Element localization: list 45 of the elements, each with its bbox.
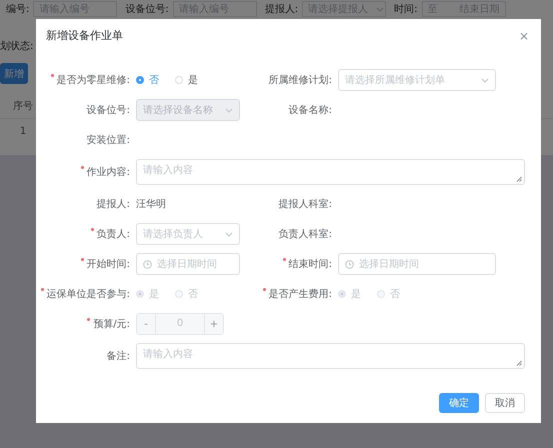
field-label: 负责人: — [90, 227, 130, 241]
cancel-button[interactable]: 取消 — [485, 393, 525, 413]
chevron-down-icon — [225, 108, 233, 112]
confirm-button[interactable]: 确定 — [439, 393, 479, 413]
select-field[interactable]: 请选择所属维修计划单 — [338, 69, 496, 91]
text-area[interactable]: 请输入内容 — [136, 159, 525, 185]
close-button[interactable]: × — [518, 30, 529, 42]
field-label: 是否为零星维修: — [50, 73, 130, 87]
chevron-down-icon — [225, 232, 233, 236]
clock-icon — [143, 260, 152, 268]
field-label: 结束时间: — [282, 257, 332, 271]
field-label: 设备名称: — [288, 104, 332, 117]
text-area[interactable]: 请输入内容 — [136, 343, 525, 369]
field-label: 提报人科室: — [278, 198, 332, 211]
field-label: 所属维修计划: — [268, 74, 332, 87]
radio-option[interactable]: 是 — [175, 73, 198, 87]
field-label: 提报人: — [96, 198, 130, 211]
clock-icon — [345, 260, 354, 268]
column-header: 序号 — [12, 100, 34, 113]
field-label: 运保单位是否参与: — [40, 287, 130, 301]
filter-label: 划状态: — [0, 40, 34, 53]
field-value: 汪华明 — [136, 198, 166, 211]
dialog-title: 新增设备作业单 — [46, 28, 123, 43]
date-field[interactable]: 选择日期时间 — [136, 253, 240, 275]
field-label: 预算/元: — [87, 317, 130, 331]
filter-label: 提报人: — [264, 2, 298, 16]
field-label: 备注: — [106, 350, 130, 363]
filter-label: 编号: — [6, 2, 30, 16]
field-label: 作业内容: — [80, 165, 130, 179]
field-label: 设备位号: — [86, 104, 130, 117]
resize-handle-icon — [516, 176, 522, 182]
field-label: 是否产生费用: — [262, 287, 332, 301]
toolbar-button[interactable]: 新增 — [0, 63, 28, 84]
field-label: 负责人科室: — [278, 228, 332, 241]
table-cell-text: 1 — [18, 126, 28, 136]
radio-option[interactable]: 否 — [136, 73, 159, 87]
select-field[interactable]: 请选择负责人 — [136, 223, 240, 245]
chevron-down-icon — [481, 78, 489, 82]
field-label: 安装位置: — [86, 134, 130, 147]
chevron-down-icon — [376, 6, 384, 12]
filter-label: 设备位号: — [125, 3, 169, 16]
filter-label: 时间: — [394, 2, 418, 16]
date-field[interactable]: 选择日期时间 — [338, 253, 496, 275]
field-label: 开始时间: — [80, 257, 130, 271]
resize-handle-icon — [516, 360, 522, 366]
